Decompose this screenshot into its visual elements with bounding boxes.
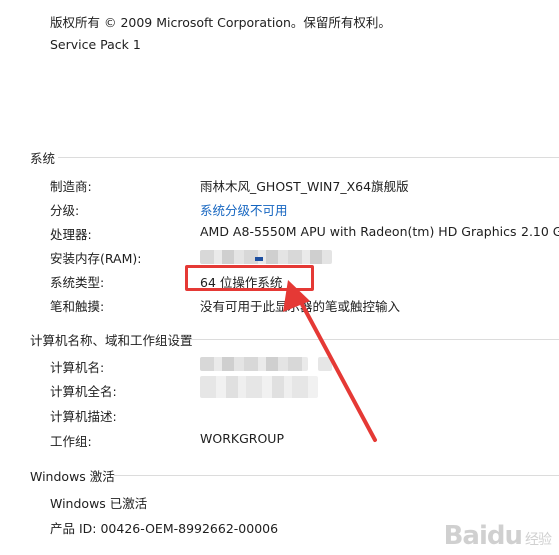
watermark-brand: Baidu xyxy=(443,521,523,551)
watermark-suffix: 经验 xyxy=(525,532,552,548)
baidu-watermark-logo: Baidu 经验 xyxy=(443,521,552,551)
annotation-arrow-head xyxy=(283,280,310,312)
annotation-arrow xyxy=(283,280,377,442)
annotation-arrow-shaft xyxy=(294,291,377,442)
